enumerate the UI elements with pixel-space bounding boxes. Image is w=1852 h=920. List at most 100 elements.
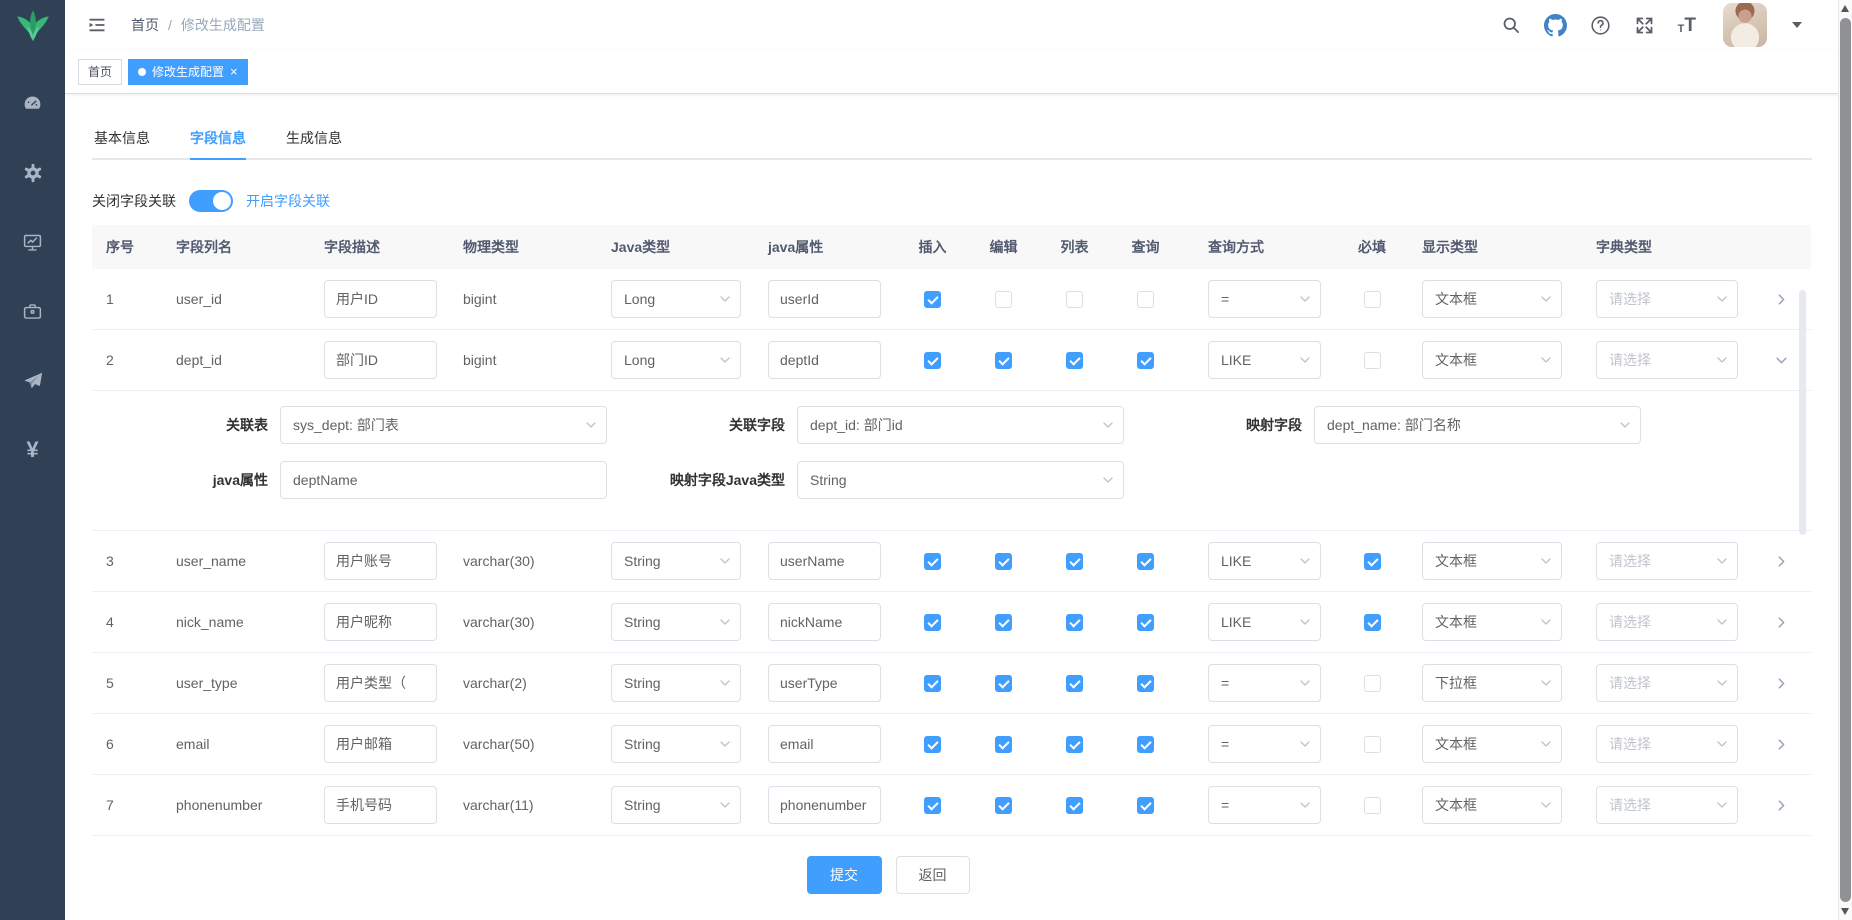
query-type-select[interactable]: LIKE — [1208, 341, 1321, 379]
scroll-down-icon[interactable] — [1841, 908, 1849, 915]
java-field-input[interactable] — [768, 664, 881, 702]
required-checkbox[interactable] — [1364, 291, 1381, 308]
description-input[interactable] — [324, 603, 437, 641]
dict-type-select[interactable]: 请选择 — [1596, 280, 1738, 318]
display-type-select[interactable]: 文本框 — [1422, 341, 1562, 379]
dict-type-select[interactable]: 请选择 — [1596, 542, 1738, 580]
dict-type-select[interactable]: 请选择 — [1596, 341, 1738, 379]
edit-checkbox[interactable] — [995, 352, 1012, 369]
dict-type-select[interactable]: 请选择 — [1596, 786, 1738, 824]
relation-switch-link[interactable]: 开启字段关联 — [246, 191, 330, 211]
description-input[interactable] — [324, 664, 437, 702]
edit-checkbox[interactable] — [995, 614, 1012, 631]
expand-row-icon[interactable] — [1774, 615, 1789, 630]
required-checkbox[interactable] — [1364, 553, 1381, 570]
description-input[interactable] — [324, 542, 437, 580]
display-type-select[interactable]: 下拉框 — [1422, 664, 1562, 702]
sidebar-item-finance[interactable]: ¥ — [26, 440, 38, 460]
tag-home[interactable]: 首页 — [78, 59, 122, 85]
expand-row-icon[interactable] — [1774, 737, 1789, 752]
mapping-column-select[interactable]: dept_name: 部门名称 — [1314, 406, 1641, 444]
caret-down-icon[interactable] — [1792, 22, 1802, 28]
display-type-select[interactable]: 文本框 — [1422, 280, 1562, 318]
dict-type-select[interactable]: 请选择 — [1596, 725, 1738, 763]
sidebar-item-system-settings[interactable] — [22, 162, 44, 184]
required-checkbox[interactable] — [1364, 797, 1381, 814]
insert-checkbox[interactable] — [924, 291, 941, 308]
tab-generate-info[interactable]: 生成信息 — [266, 118, 362, 158]
github-icon[interactable] — [1544, 14, 1567, 37]
description-input[interactable] — [324, 786, 437, 824]
tab-basic-info[interactable]: 基本信息 — [92, 118, 170, 158]
scroll-up-icon[interactable] — [1841, 5, 1849, 12]
dict-type-select[interactable]: 请选择 — [1596, 664, 1738, 702]
edit-checkbox[interactable] — [995, 797, 1012, 814]
query-type-select[interactable]: LIKE — [1208, 603, 1321, 641]
required-checkbox[interactable] — [1364, 675, 1381, 692]
mapping-java-type-select[interactable]: String — [797, 461, 1124, 499]
breadcrumb-home[interactable]: 首页 — [131, 15, 159, 35]
sidebar-item-system-tool[interactable] — [22, 301, 43, 322]
query-type-select[interactable]: = — [1208, 280, 1321, 318]
expand-row-icon[interactable] — [1774, 292, 1789, 307]
insert-checkbox[interactable] — [924, 553, 941, 570]
list-checkbox[interactable] — [1066, 797, 1083, 814]
edit-checkbox[interactable] — [995, 553, 1012, 570]
expand-row-icon[interactable] — [1774, 676, 1789, 691]
display-type-select[interactable]: 文本框 — [1422, 603, 1562, 641]
query-checkbox[interactable] — [1137, 736, 1154, 753]
description-input[interactable] — [324, 280, 437, 318]
java-type-select[interactable]: String — [611, 603, 741, 641]
query-checkbox[interactable] — [1137, 797, 1154, 814]
collapse-row-icon[interactable] — [1774, 353, 1789, 368]
query-type-select[interactable]: = — [1208, 664, 1321, 702]
relation-table-select[interactable]: sys_dept: 部门表 — [280, 406, 607, 444]
list-checkbox[interactable] — [1066, 291, 1083, 308]
query-checkbox[interactable] — [1137, 675, 1154, 692]
relation-column-select[interactable]: dept_id: 部门id — [797, 406, 1124, 444]
query-type-select[interactable]: = — [1208, 725, 1321, 763]
search-icon[interactable] — [1501, 15, 1521, 35]
scrollbar-thumb[interactable] — [1840, 18, 1851, 902]
insert-checkbox[interactable] — [924, 675, 941, 692]
help-icon[interactable] — [1590, 15, 1611, 36]
avatar[interactable] — [1723, 3, 1767, 47]
query-type-select[interactable]: = — [1208, 786, 1321, 824]
insert-checkbox[interactable] — [924, 614, 941, 631]
edit-checkbox[interactable] — [995, 291, 1012, 308]
sidebar-item-system-monitor[interactable] — [22, 232, 43, 253]
expand-row-icon[interactable] — [1774, 554, 1789, 569]
java-type-select[interactable]: String — [611, 542, 741, 580]
table-inner-scrollbar[interactable] — [1799, 290, 1806, 535]
sidebar-item-website-link[interactable] — [22, 370, 44, 392]
sidebar-toggle-button[interactable] — [87, 15, 107, 35]
java-type-select[interactable]: Long — [611, 280, 741, 318]
back-button[interactable]: 返回 — [896, 856, 970, 894]
relation-toggle[interactable] — [189, 190, 233, 212]
list-checkbox[interactable] — [1066, 614, 1083, 631]
java-field-input[interactable] — [768, 280, 881, 318]
tab-field-info[interactable]: 字段信息 — [170, 118, 266, 158]
java-field-input[interactable] — [768, 341, 881, 379]
java-field-input[interactable] — [768, 542, 881, 580]
display-type-select[interactable]: 文本框 — [1422, 786, 1562, 824]
list-checkbox[interactable] — [1066, 352, 1083, 369]
font-size-icon[interactable]: TT — [1678, 16, 1696, 35]
java-type-select[interactable]: String — [611, 725, 741, 763]
list-checkbox[interactable] — [1066, 553, 1083, 570]
insert-checkbox[interactable] — [924, 797, 941, 814]
app-logo[interactable] — [14, 8, 52, 49]
list-checkbox[interactable] — [1066, 675, 1083, 692]
java-field-input[interactable] — [768, 725, 881, 763]
insert-checkbox[interactable] — [924, 352, 941, 369]
edit-checkbox[interactable] — [995, 736, 1012, 753]
list-checkbox[interactable] — [1066, 736, 1083, 753]
java-type-select[interactable]: String — [611, 786, 741, 824]
display-type-select[interactable]: 文本框 — [1422, 725, 1562, 763]
java-field-input[interactable] — [768, 603, 881, 641]
query-checkbox[interactable] — [1137, 291, 1154, 308]
java-type-select[interactable]: Long — [611, 341, 741, 379]
required-checkbox[interactable] — [1364, 352, 1381, 369]
description-input[interactable] — [324, 341, 437, 379]
query-checkbox[interactable] — [1137, 553, 1154, 570]
